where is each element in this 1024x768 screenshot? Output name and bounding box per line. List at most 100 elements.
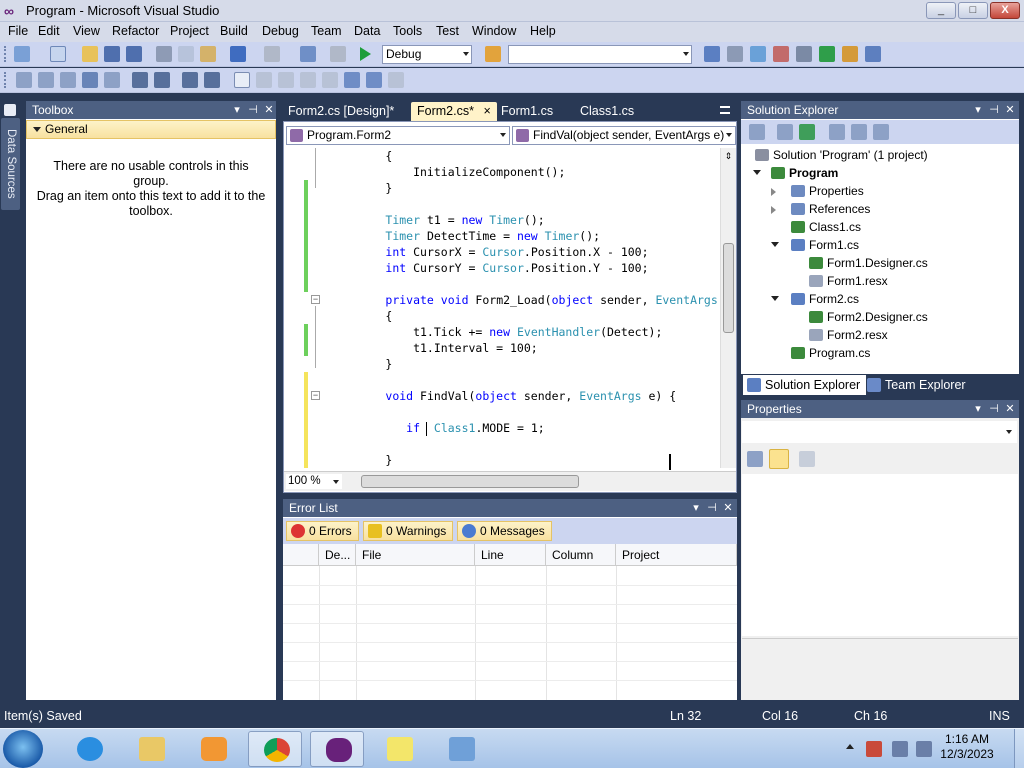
display-parameter-info-icon[interactable] bbox=[38, 72, 54, 88]
solution-explorer-icon[interactable] bbox=[704, 46, 720, 62]
menu-view[interactable]: View bbox=[73, 24, 100, 38]
tree-item[interactable]: Form1.Designer.cs bbox=[741, 254, 1019, 272]
auto-hide-pin-icon[interactable]: ⊣ bbox=[987, 101, 1001, 119]
member-navigation-select[interactable]: FindVal(object sender, EventArgs e) bbox=[512, 126, 736, 145]
taskbar-sticky-notes[interactable] bbox=[372, 731, 426, 767]
save-icon[interactable] bbox=[104, 46, 120, 62]
taskbar-internet-explorer[interactable] bbox=[62, 731, 116, 767]
vertical-scroll-thumb[interactable] bbox=[723, 243, 734, 333]
maximize-button[interactable]: □ bbox=[958, 2, 988, 19]
close-tab-icon[interactable]: × bbox=[483, 104, 490, 118]
tree-item[interactable]: Properties bbox=[741, 182, 1019, 200]
paste-icon[interactable] bbox=[200, 46, 216, 62]
auto-hide-pin-icon[interactable]: ⊣ bbox=[246, 101, 260, 119]
display-object-member-list-icon[interactable] bbox=[16, 72, 32, 88]
column-header-line[interactable]: Line bbox=[475, 544, 546, 566]
menu-project[interactable]: Project bbox=[170, 24, 209, 38]
properties-icon[interactable] bbox=[749, 124, 765, 140]
action-center-icon[interactable] bbox=[866, 741, 882, 757]
toolbar-grip[interactable] bbox=[4, 46, 8, 62]
collapse-arrow-icon[interactable] bbox=[753, 170, 761, 175]
comment-out-icon[interactable] bbox=[182, 72, 198, 88]
undo-icon[interactable] bbox=[230, 46, 246, 62]
menu-edit[interactable]: Edit bbox=[38, 24, 60, 38]
class-navigation-select[interactable]: Program.Form2 bbox=[286, 126, 510, 145]
menu-debug[interactable]: Debug bbox=[262, 24, 299, 38]
auto-hide-pin-icon[interactable]: ⊣ bbox=[987, 400, 1001, 418]
tree-item[interactable]: Form1.resx bbox=[741, 272, 1019, 290]
data-sources-tab[interactable]: Data Sources bbox=[1, 118, 20, 210]
tree-item[interactable]: References bbox=[741, 200, 1019, 218]
menu-build[interactable]: Build bbox=[220, 24, 248, 38]
editor-vertical-scrollbar[interactable]: ⇕ bbox=[720, 148, 736, 468]
taskbar-visual-studio[interactable] bbox=[310, 731, 364, 767]
collapse-arrow-icon[interactable] bbox=[771, 242, 779, 247]
tree-item[interactable]: Program bbox=[741, 164, 1019, 182]
next-bookmark-in-folder-icon[interactable] bbox=[322, 72, 338, 88]
column-header-file[interactable]: File bbox=[356, 544, 475, 566]
zoom-select[interactable]: 100 % bbox=[286, 474, 342, 489]
next-bookmark-in-document-icon[interactable] bbox=[366, 72, 382, 88]
clear-bookmarks-icon[interactable] bbox=[388, 72, 404, 88]
tab-form1-code[interactable]: Form1.cs bbox=[495, 102, 559, 121]
previous-bookmark-in-folder-icon[interactable] bbox=[300, 72, 316, 88]
tab-form2-code[interactable]: Form2.cs* × bbox=[411, 102, 497, 121]
window-position-dropdown-icon[interactable]: ▾ bbox=[971, 101, 985, 119]
code-area[interactable]: − − { InitializeComponent(); } Timer t1 … bbox=[284, 148, 720, 468]
tree-item[interactable]: Form2.cs bbox=[741, 290, 1019, 308]
alphabetical-icon[interactable] bbox=[769, 449, 789, 469]
new-project-icon[interactable] bbox=[14, 46, 30, 62]
network-status-icon[interactable] bbox=[892, 741, 908, 757]
add-item-icon[interactable] bbox=[50, 46, 66, 62]
taskbar-file-explorer[interactable] bbox=[124, 731, 178, 767]
expand-arrow-icon[interactable] bbox=[771, 206, 776, 214]
toggle-bookmark-icon[interactable] bbox=[234, 72, 250, 88]
object-browser-icon[interactable] bbox=[750, 46, 766, 62]
uncomment-icon[interactable] bbox=[204, 72, 220, 88]
column-header-column[interactable]: Column bbox=[546, 544, 616, 566]
split-window-icon[interactable]: ⇕ bbox=[723, 150, 734, 162]
toolbar-grip[interactable] bbox=[4, 72, 8, 88]
navigate-backward-icon[interactable] bbox=[300, 46, 316, 62]
menu-team[interactable]: Team bbox=[311, 24, 342, 38]
tree-item[interactable]: Form2.resx bbox=[741, 326, 1019, 344]
collapse-arrow-icon[interactable] bbox=[771, 296, 779, 301]
close-button[interactable]: X bbox=[990, 2, 1020, 19]
redo-icon[interactable] bbox=[264, 46, 280, 62]
find-in-files-icon[interactable] bbox=[485, 46, 501, 62]
errors-filter-button[interactable]: 0 Errors bbox=[286, 521, 359, 541]
column-header-icon[interactable] bbox=[283, 544, 319, 566]
refresh-icon[interactable] bbox=[799, 124, 815, 140]
command-window-icon[interactable] bbox=[865, 46, 881, 62]
view-code-icon[interactable] bbox=[829, 124, 845, 140]
tab-team-explorer[interactable]: Team Explorer bbox=[863, 375, 972, 395]
minimize-button[interactable]: _ bbox=[926, 2, 956, 19]
menu-file[interactable]: File bbox=[8, 24, 28, 38]
column-header-description[interactable]: De... bbox=[319, 544, 356, 566]
taskbar-media-player[interactable] bbox=[186, 731, 240, 767]
increase-indent-icon[interactable] bbox=[154, 72, 170, 88]
display-word-completion-icon[interactable] bbox=[104, 72, 120, 88]
start-page-icon[interactable] bbox=[819, 46, 835, 62]
menu-tools[interactable]: Tools bbox=[393, 24, 422, 38]
column-header-project[interactable]: Project bbox=[616, 544, 737, 566]
taskbar-clock[interactable]: 1:16 AM 12/3/2023 bbox=[926, 732, 1008, 762]
navigate-forward-icon[interactable] bbox=[330, 46, 346, 62]
solution-configuration-select[interactable]: Debug bbox=[382, 45, 472, 64]
close-pane-icon[interactable]: ✕ bbox=[721, 499, 735, 517]
horizontal-scroll-thumb[interactable] bbox=[361, 475, 579, 488]
close-pane-icon[interactable]: ✕ bbox=[1003, 400, 1017, 418]
show-hidden-icons-icon[interactable] bbox=[846, 744, 854, 749]
show-desktop-button[interactable] bbox=[1014, 729, 1024, 768]
next-bookmark-icon[interactable] bbox=[278, 72, 294, 88]
extension-manager-icon[interactable] bbox=[842, 46, 858, 62]
close-pane-icon[interactable]: ✕ bbox=[262, 101, 276, 119]
messages-filter-button[interactable]: 0 Messages bbox=[457, 521, 552, 541]
property-pages-icon[interactable] bbox=[799, 451, 815, 467]
tools-icon[interactable] bbox=[796, 46, 812, 62]
menu-window[interactable]: Window bbox=[472, 24, 516, 38]
window-position-dropdown-icon[interactable]: ▾ bbox=[689, 499, 703, 517]
open-file-icon[interactable] bbox=[82, 46, 98, 62]
auto-hide-pin-icon[interactable]: ⊣ bbox=[705, 499, 719, 517]
object-select[interactable] bbox=[742, 421, 1017, 443]
